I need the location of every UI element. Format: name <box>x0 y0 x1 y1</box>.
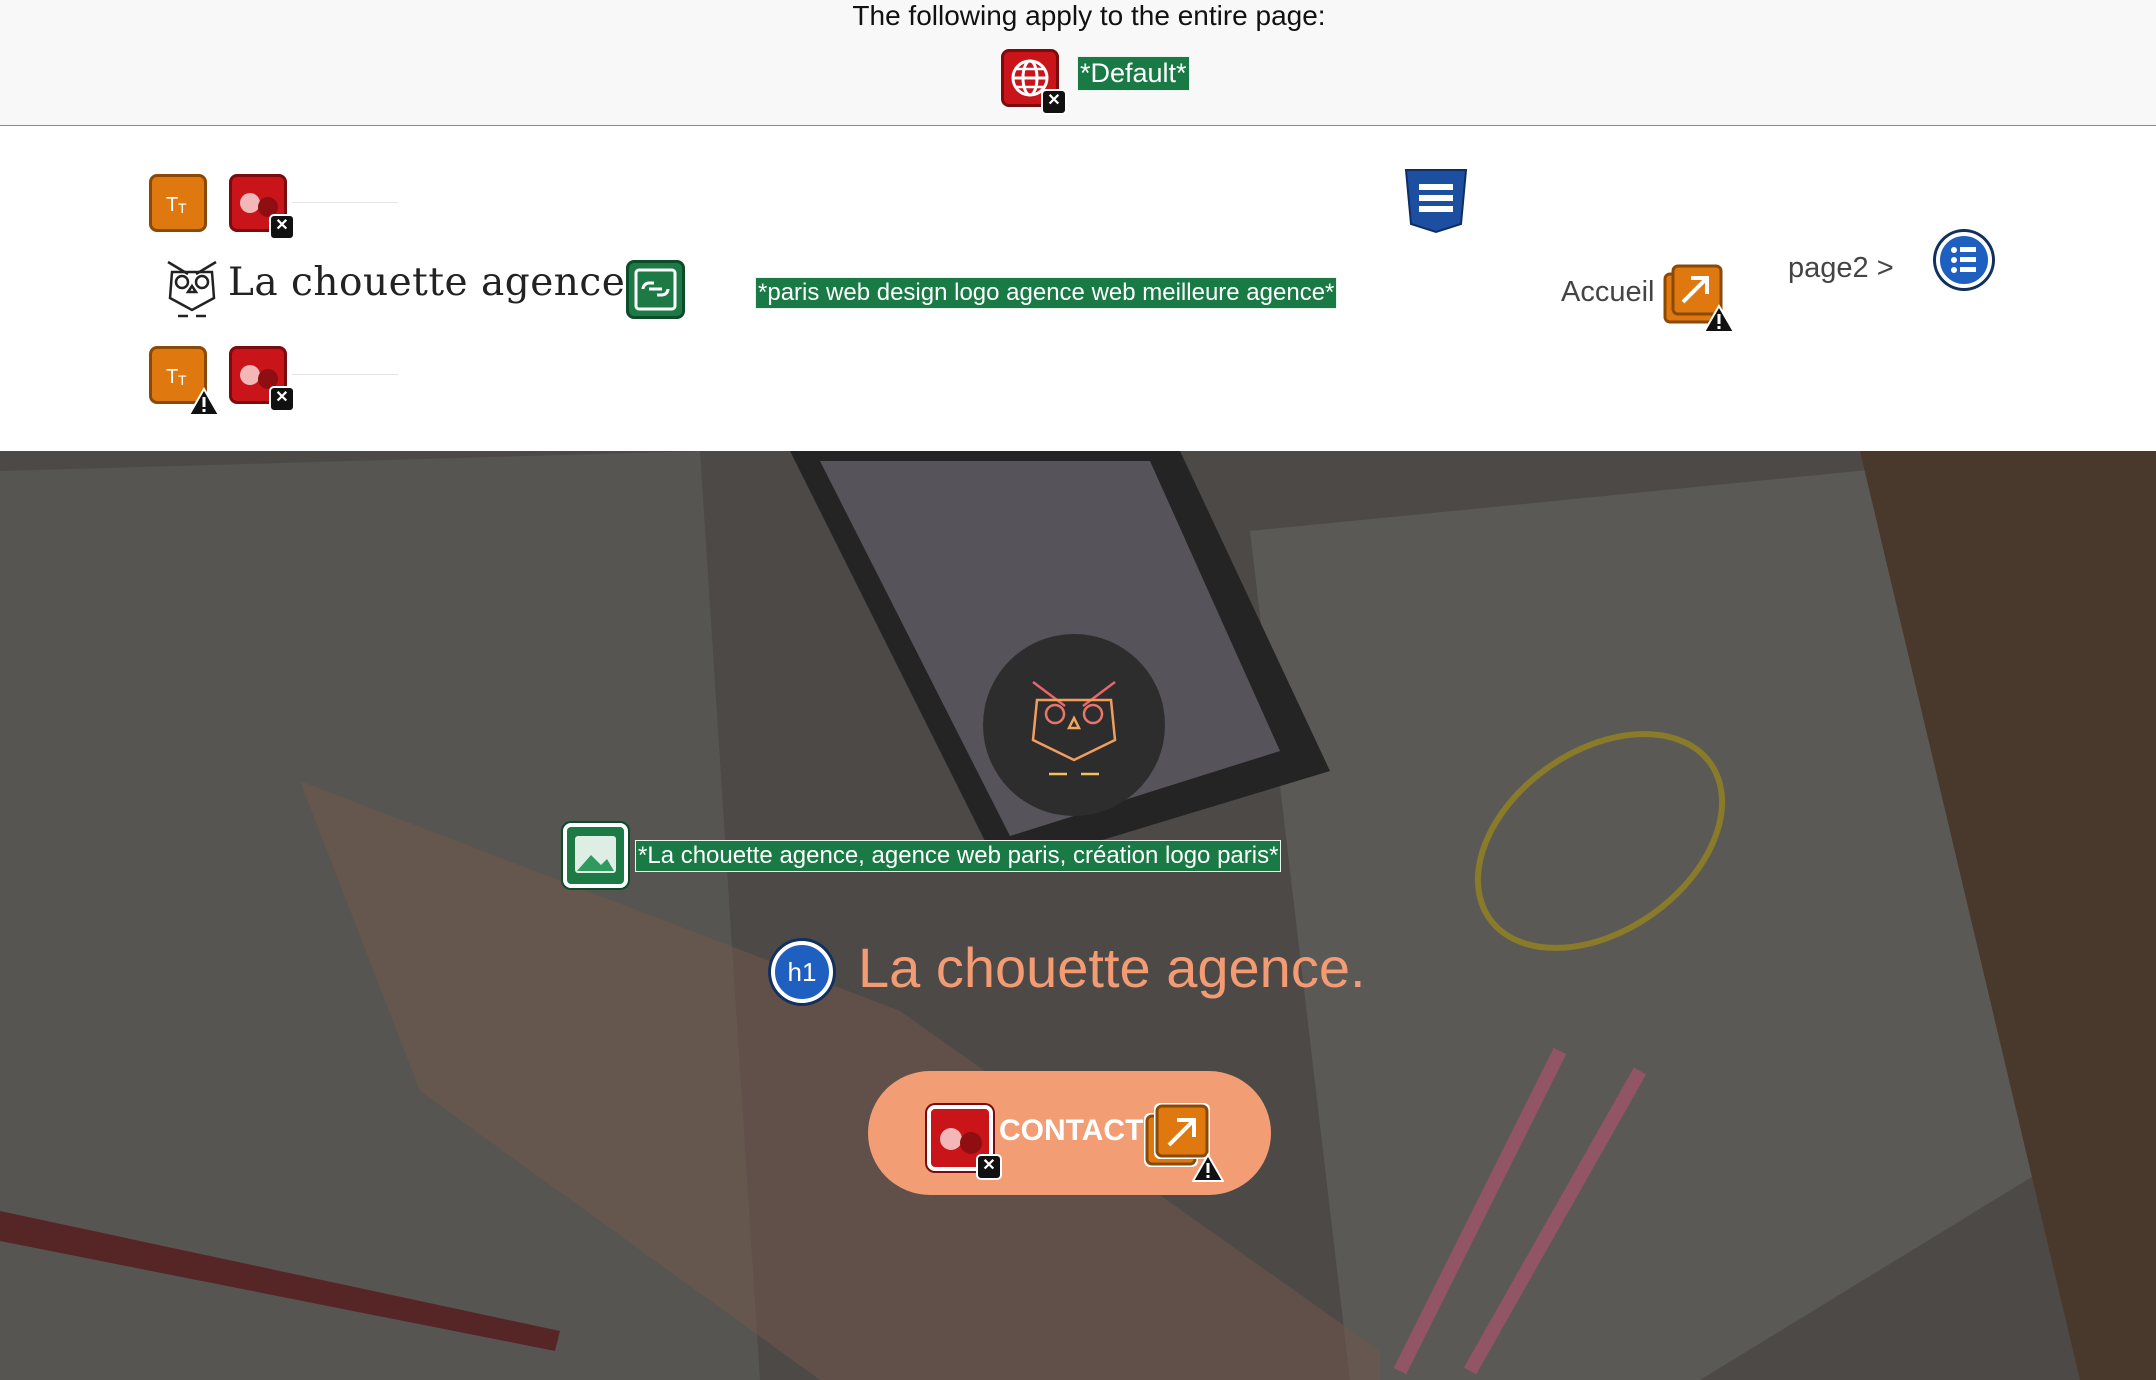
redundant-link-alert-icon <box>1142 1101 1224 1182</box>
error-x-icon: ✕ <box>269 386 295 412</box>
h1-heading-icon[interactable]: h1 <box>771 941 833 1003</box>
empty-link-error-icon[interactable]: ✕ <box>229 346 295 412</box>
contact-button[interactable]: ✕ CONTACT <box>868 1071 1271 1195</box>
hero-section: *La chouette agence, agence web paris, c… <box>0 451 2156 1380</box>
divider <box>292 374 398 375</box>
hero-image-alt-text: *La chouette agence, agence web paris, c… <box>634 840 1282 872</box>
error-x-icon: ✕ <box>1041 89 1067 115</box>
hero-background-image <box>0 451 2156 1380</box>
error-x-icon: ✕ <box>976 1154 1002 1180</box>
empty-link-error-icon[interactable]: ✕ <box>229 174 295 240</box>
image-icon[interactable] <box>563 823 628 888</box>
empty-button-error-icon: ✕ <box>927 1105 1002 1180</box>
nav-link-accueil[interactable]: Accueil <box>1561 276 1655 309</box>
nav-link-page2[interactable]: page2 > <box>1788 252 1894 285</box>
svg-text:T: T <box>166 194 178 216</box>
site-header: T T ✕ La chouette agence *paris web desi… <box>0 126 2156 451</box>
wave-summary-banner: The following apply to the entire page: … <box>0 0 2156 126</box>
logo-alt-text: *paris web design logo agence web meille… <box>754 277 1338 309</box>
svg-text:T: T <box>178 200 187 216</box>
banner-text: The following apply to the entire page: <box>852 0 1326 31</box>
unordered-list-icon[interactable] <box>1936 232 1992 288</box>
small-text-alert-icon[interactable]: T T <box>149 346 220 416</box>
warning-triangle-icon <box>1192 1153 1224 1182</box>
warning-triangle-icon <box>1703 304 1735 333</box>
site-logo-text[interactable]: La chouette agence <box>228 260 625 305</box>
hero-title: La chouette agence. <box>858 936 1366 999</box>
svg-text:T: T <box>166 366 178 388</box>
language-error-icon[interactable]: ✕ <box>1001 49 1067 115</box>
warning-triangle-icon <box>188 387 220 416</box>
owl-logo-icon <box>164 258 220 320</box>
contact-button-label: CONTACT <box>999 1114 1144 1147</box>
error-x-icon: ✕ <box>269 214 295 240</box>
linked-image-icon[interactable] <box>626 260 685 319</box>
css-icon[interactable] <box>1403 168 1469 234</box>
svg-text:T: T <box>178 372 187 388</box>
small-text-alert-icon[interactable]: T T <box>149 174 207 232</box>
owl-emblem-icon <box>983 634 1165 816</box>
redundant-link-alert-icon[interactable] <box>1663 264 1735 333</box>
divider <box>292 202 398 203</box>
language-label: *Default* <box>1077 56 1190 91</box>
